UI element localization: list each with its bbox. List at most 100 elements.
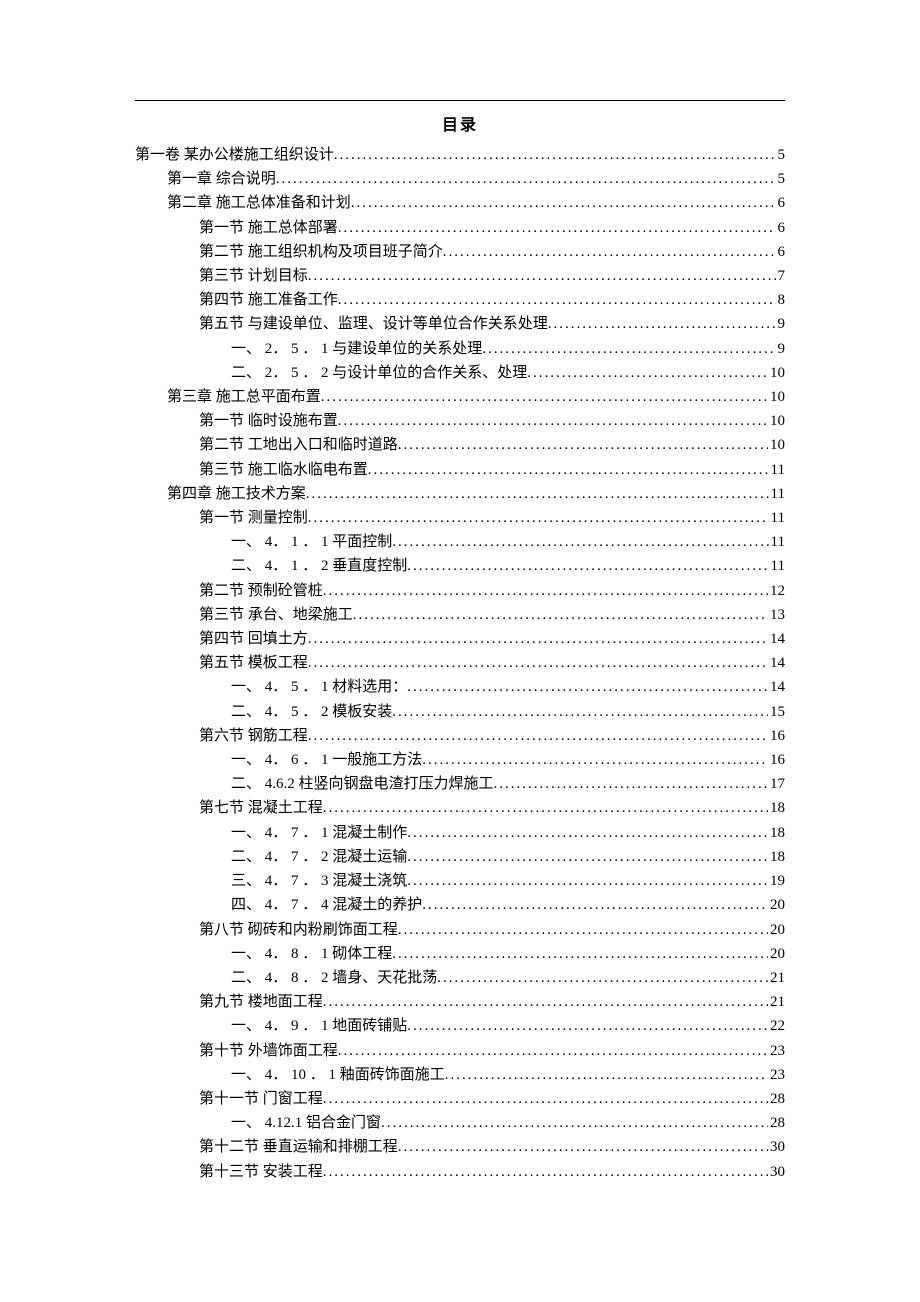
toc-leader-dots <box>338 216 776 240</box>
toc-leader-dots <box>323 990 768 1014</box>
toc-entry-label: 二、 2． 5 ． 2 与设计单位的合作关系、处理 <box>231 361 527 385</box>
toc-entry-label: 第二节 工地出入口和临时道路 <box>199 433 398 457</box>
toc-entry: 二、 4． 5 ． 2 模板安装15 <box>135 700 785 724</box>
toc-leader-dots <box>407 869 768 893</box>
toc-list: 第一卷 某办公楼施工组织设计5第一章 综合说明 5 第二章 施工总体准备和计划 6 第一… <box>135 143 785 1184</box>
toc-title: 目录 <box>135 111 785 135</box>
toc-entry: 一、 4． 6 ． 1 一般施工方法16 <box>135 748 785 772</box>
toc-entry-page: 11 <box>769 458 785 482</box>
toc-entry: 第七节 混凝土工程18 <box>135 796 785 820</box>
toc-entry-label: 一、 4． 5 ． 1 材料选用： <box>231 675 407 699</box>
toc-entry-label: 第三节 承台、地梁施工 <box>199 603 353 627</box>
toc-entry-page: 30 <box>768 1160 785 1184</box>
toc-entry-page: 10 <box>768 385 785 409</box>
toc-entry-page: 23 <box>768 1039 785 1063</box>
toc-entry-page: 15 <box>768 700 785 724</box>
toc-leader-dots <box>308 506 769 530</box>
toc-leader-dots <box>323 579 768 603</box>
toc-leader-dots <box>392 530 768 554</box>
toc-entry: 三、 4． 7 ． 3 混凝土浇筑19 <box>135 869 785 893</box>
toc-entry-page: 18 <box>768 821 785 845</box>
toc-leader-dots <box>445 1063 768 1087</box>
header-rule <box>135 100 785 101</box>
toc-leader-dots <box>407 845 768 869</box>
toc-entry-page: 28 <box>768 1111 785 1135</box>
toc-entry: 第十一节 门窗工程28 <box>135 1087 785 1111</box>
toc-entry-page: 5 <box>776 167 786 191</box>
toc-leader-dots <box>407 554 768 578</box>
toc-entry: 一、 4． 10 ． 1 釉面砖饰面施工23 <box>135 1063 785 1087</box>
toc-leader-dots <box>398 918 768 942</box>
toc-entry-label: 第七节 混凝土工程 <box>199 796 323 820</box>
toc-entry-label: 第四节 回填土方 <box>199 627 308 651</box>
toc-entry-label: 第一卷 某办公楼施工组织设计 <box>135 143 334 167</box>
toc-leader-dots <box>351 191 776 215</box>
toc-leader-dots <box>308 651 768 675</box>
toc-entry: 第八节 砌砖和内粉刷饰面工程20 <box>135 918 785 942</box>
toc-entry: 二、 2． 5 ． 2 与设计单位的合作关系、处理 10 <box>135 361 785 385</box>
toc-entry: 第十二节 垂直运输和排棚工程30 <box>135 1135 785 1159</box>
toc-entry-page: 11 <box>769 482 785 506</box>
toc-entry: 四、 4． 7 ． 4 混凝土的养护20 <box>135 893 785 917</box>
toc-entry-label: 第一章 综合说明 <box>167 167 276 191</box>
toc-entry-page: 11 <box>769 530 785 554</box>
toc-entry-page: 7 <box>776 264 786 288</box>
toc-entry: 一、 4． 8 ． 1 砌体工程20 <box>135 942 785 966</box>
toc-leader-dots <box>482 337 775 361</box>
toc-entry: 第九节 楼地面工程21 <box>135 990 785 1014</box>
toc-entry-label: 第五节 与建设单位、监理、设计等单位合作关系处理 <box>199 312 548 336</box>
toc-entry-label: 四、 4． 7 ． 4 混凝土的养护 <box>231 893 422 917</box>
toc-entry: 二、 4． 1 ． 2 垂直度控制11 <box>135 554 785 578</box>
toc-entry: 第三节 计划目标7 <box>135 264 785 288</box>
toc-entry: 一、 4． 5 ． 1 材料选用：14 <box>135 675 785 699</box>
toc-leader-dots <box>353 603 768 627</box>
toc-entry-label: 第六节 钢筋工程 <box>199 724 308 748</box>
toc-leader-dots <box>338 409 768 433</box>
toc-entry-page: 10 <box>768 361 785 385</box>
toc-entry-page: 6 <box>776 191 786 215</box>
toc-entry-label: 第二章 施工总体准备和计划 <box>167 191 351 215</box>
toc-entry-page: 21 <box>768 990 785 1014</box>
toc-entry-page: 14 <box>768 627 785 651</box>
toc-entry-label: 第四节 施工准备工作 <box>199 288 338 312</box>
toc-entry-label: 第二节 预制砼管桩 <box>199 579 323 603</box>
toc-entry-page: 6 <box>776 240 786 264</box>
toc-entry: 第一卷 某办公楼施工组织设计5 <box>135 143 785 167</box>
toc-leader-dots <box>368 458 769 482</box>
toc-entry: 二、 4． 8 ． 2 墙身、天花批荡21 <box>135 966 785 990</box>
toc-entry-label: 二、 4． 7 ． 2 混凝土运输 <box>231 845 407 869</box>
toc-entry-page: 9 <box>776 312 786 336</box>
toc-leader-dots <box>308 724 768 748</box>
toc-entry-page: 30 <box>768 1135 785 1159</box>
toc-entry-label: 第十一节 门窗工程 <box>199 1087 323 1111</box>
toc-leader-dots <box>422 748 768 772</box>
toc-leader-dots <box>323 1087 768 1111</box>
toc-leader-dots <box>276 167 776 191</box>
toc-entry-label: 第三节 施工临水临电布置 <box>199 458 368 482</box>
toc-entry-label: 第四章 施工技术方案 <box>167 482 306 506</box>
toc-entry: 第三节 施工临水临电布置 11 <box>135 458 785 482</box>
toc-entry-page: 8 <box>776 288 786 312</box>
toc-entry: 第五节 模板工程14 <box>135 651 785 675</box>
toc-leader-dots <box>407 821 768 845</box>
toc-entry-label: 一、 4.12.1 铝合金门窗 <box>231 1111 381 1135</box>
toc-entry-page: 23 <box>768 1063 785 1087</box>
toc-entry: 第三节 承台、地梁施工13 <box>135 603 785 627</box>
toc-entry: 第二节 施工组织机构及项目班子简介6 <box>135 240 785 264</box>
toc-entry-page: 11 <box>769 554 785 578</box>
toc-entry-label: 一、 2． 5 ． 1 与建设单位的关系处理 <box>231 337 482 361</box>
toc-entry-page: 22 <box>768 1014 785 1038</box>
toc-entry: 一、 2． 5 ． 1 与建设单位的关系处理9 <box>135 337 785 361</box>
toc-entry: 第二节 预制砼管桩12 <box>135 579 785 603</box>
toc-entry-label: 第一节 测量控制 <box>199 506 308 530</box>
toc-entry-page: 11 <box>769 506 785 530</box>
toc-entry-label: 二、 4． 8 ． 2 墙身、天花批荡 <box>231 966 437 990</box>
toc-entry-page: 17 <box>768 772 785 796</box>
toc-leader-dots <box>392 942 768 966</box>
toc-leader-dots <box>323 1160 768 1184</box>
toc-leader-dots <box>381 1111 768 1135</box>
toc-entry-label: 第五节 模板工程 <box>199 651 308 675</box>
toc-entry: 第二章 施工总体准备和计划 6 <box>135 191 785 215</box>
toc-leader-dots <box>407 1014 768 1038</box>
toc-entry-label: 一、 4． 1 ． 1 平面控制 <box>231 530 392 554</box>
